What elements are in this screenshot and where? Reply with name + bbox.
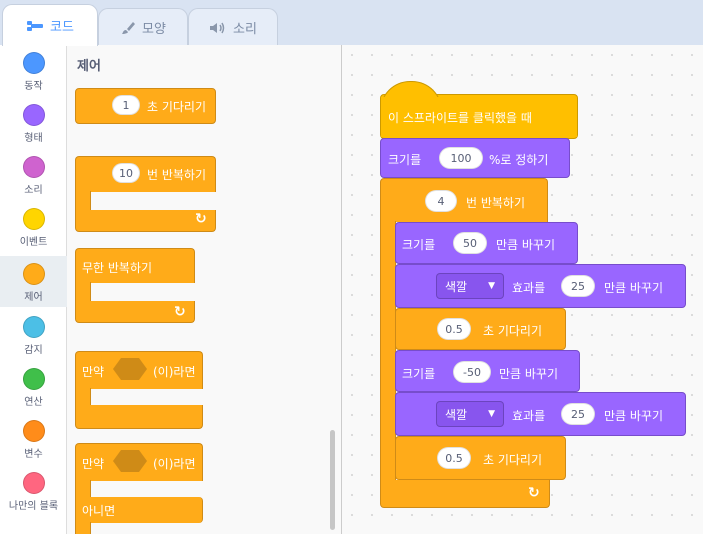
repeat-count-input[interactable]: 10 bbox=[112, 163, 140, 183]
category-dot bbox=[22, 156, 45, 178]
if-else-block-arm bbox=[75, 480, 91, 498]
change-size-prefix: 크기를 bbox=[402, 367, 436, 381]
wait-label: 초 기다리기 bbox=[483, 324, 543, 338]
loop-arrow-icon: ↻ bbox=[195, 211, 207, 227]
if-else-else-label: 아니면 bbox=[82, 504, 116, 518]
code-icon bbox=[26, 19, 44, 33]
category-label: 형태 bbox=[24, 133, 43, 144]
wait-label: 초 기다리기 bbox=[483, 453, 543, 467]
category-dot bbox=[22, 104, 45, 126]
palette-title: 제어 bbox=[77, 59, 101, 74]
forever-block-arm bbox=[75, 282, 91, 302]
category-label: 제어 bbox=[24, 292, 43, 303]
block-palette: 제어 1 초 기다리기 10 번 반복하기 ↻ 무한 반복하기 ↻ 만약 (이)… bbox=[67, 45, 342, 534]
set-size-prefix: 크기를 bbox=[388, 153, 422, 167]
change-size-prefix: 크기를 bbox=[402, 238, 436, 252]
category-dot bbox=[22, 316, 45, 338]
change-size-suffix: 만큼 바꾸기 bbox=[496, 238, 556, 252]
change-effect-input[interactable]: 25 bbox=[561, 403, 595, 425]
if-then-prefix: 만약 bbox=[82, 365, 105, 379]
category-label: 감지 bbox=[24, 345, 43, 356]
repeat-4-label: 번 반복하기 bbox=[466, 196, 526, 210]
wait-input[interactable]: 0.5 bbox=[437, 318, 471, 340]
tab-code-label: 코드 bbox=[50, 20, 74, 35]
category-dot bbox=[22, 368, 45, 390]
tab-costumes[interactable]: 모양 bbox=[98, 8, 188, 46]
category-looks[interactable]: 형태 bbox=[0, 97, 67, 148]
boolean-slot[interactable] bbox=[112, 449, 148, 473]
brush-icon bbox=[120, 20, 136, 36]
change-size-suffix: 만큼 바꾸기 bbox=[499, 367, 559, 381]
category-dot bbox=[22, 420, 45, 442]
repeat-4-foot bbox=[380, 480, 550, 508]
caret-down-icon: ▼ bbox=[488, 409, 495, 419]
loop-arrow-icon: ↻ bbox=[528, 485, 540, 501]
change-size-input[interactable]: -50 bbox=[453, 361, 491, 383]
change-effect-suffix: 만큼 바꾸기 bbox=[604, 281, 664, 295]
category-label: 이벤트 bbox=[19, 237, 48, 248]
effect-dropdown-value: 색깔 bbox=[445, 279, 468, 294]
effect-dropdown[interactable]: 색깔 ▼ bbox=[436, 401, 504, 427]
hat-label: 이 스프라이트를 클릭했을 때 bbox=[388, 111, 532, 125]
wait-input[interactable]: 0.5 bbox=[437, 447, 471, 469]
change-size-input[interactable]: 50 bbox=[453, 232, 487, 254]
category-label: 연산 bbox=[24, 397, 43, 408]
category-dot bbox=[22, 263, 45, 285]
speaker-icon bbox=[209, 21, 227, 35]
caret-down-icon: ▼ bbox=[488, 281, 495, 291]
category-dot bbox=[22, 472, 45, 494]
wait-block-label: 초 기다리기 bbox=[147, 100, 207, 114]
change-effect-suffix: 만큼 바꾸기 bbox=[604, 409, 664, 423]
if-else-suffix: (이)라면 bbox=[153, 457, 196, 471]
forever-block-label: 무한 반복하기 bbox=[82, 261, 153, 275]
category-label: 동작 bbox=[24, 81, 43, 92]
set-size-suffix: %로 정하기 bbox=[489, 153, 549, 167]
category-operators[interactable]: 연산 bbox=[0, 361, 67, 412]
tab-sounds[interactable]: 소리 bbox=[188, 8, 278, 46]
repeat-4-arm bbox=[380, 221, 396, 483]
category-menu: 동작 형태 소리 이벤트 제어 감지 연산 변수 나만의 블록 bbox=[0, 45, 67, 534]
effect-dropdown[interactable]: 색깔 ▼ bbox=[436, 273, 504, 299]
category-events[interactable]: 이벤트 bbox=[0, 201, 67, 252]
tab-sounds-label: 소리 bbox=[233, 22, 257, 37]
repeat-4-input[interactable]: 4 bbox=[425, 190, 457, 212]
repeat-block-label: 번 반복하기 bbox=[147, 168, 207, 182]
category-label: 소리 bbox=[24, 185, 43, 196]
change-effect-input[interactable]: 25 bbox=[561, 275, 595, 297]
change-effect-middle: 효과를 bbox=[512, 281, 546, 295]
category-sound[interactable]: 소리 bbox=[0, 149, 67, 200]
code-workspace[interactable]: 이 스프라이트를 클릭했을 때 크기를 100 %로 정하기 4 번 반복하기 … bbox=[342, 45, 703, 534]
set-size-input[interactable]: 100 bbox=[439, 147, 483, 169]
effect-dropdown-value: 색깔 bbox=[445, 407, 468, 422]
editor-tab-bar: 코드 모양 소리 bbox=[0, 0, 703, 46]
tab-code[interactable]: 코드 bbox=[2, 4, 98, 46]
if-else-block-arm-2 bbox=[75, 522, 91, 534]
category-variables[interactable]: 변수 bbox=[0, 413, 67, 464]
category-label: 변수 bbox=[24, 449, 43, 460]
category-my-blocks[interactable]: 나만의 블록 bbox=[0, 465, 67, 516]
category-dot bbox=[22, 208, 45, 230]
if-then-suffix: (이)라면 bbox=[153, 365, 196, 379]
if-then-block-foot bbox=[75, 405, 203, 429]
loop-arrow-icon: ↻ bbox=[174, 304, 186, 320]
category-motion[interactable]: 동작 bbox=[0, 45, 67, 96]
tab-costumes-label: 모양 bbox=[142, 22, 166, 37]
change-effect-middle: 효과를 bbox=[512, 409, 546, 423]
category-sensing[interactable]: 감지 bbox=[0, 309, 67, 360]
wait-seconds-input[interactable]: 1 bbox=[112, 95, 140, 115]
palette-scrollbar[interactable] bbox=[330, 430, 335, 530]
if-else-prefix: 만약 bbox=[82, 457, 105, 471]
category-dot bbox=[22, 52, 45, 74]
category-label: 나만의 블록 bbox=[8, 501, 59, 512]
boolean-slot[interactable] bbox=[112, 357, 148, 381]
category-control[interactable]: 제어 bbox=[0, 256, 67, 307]
